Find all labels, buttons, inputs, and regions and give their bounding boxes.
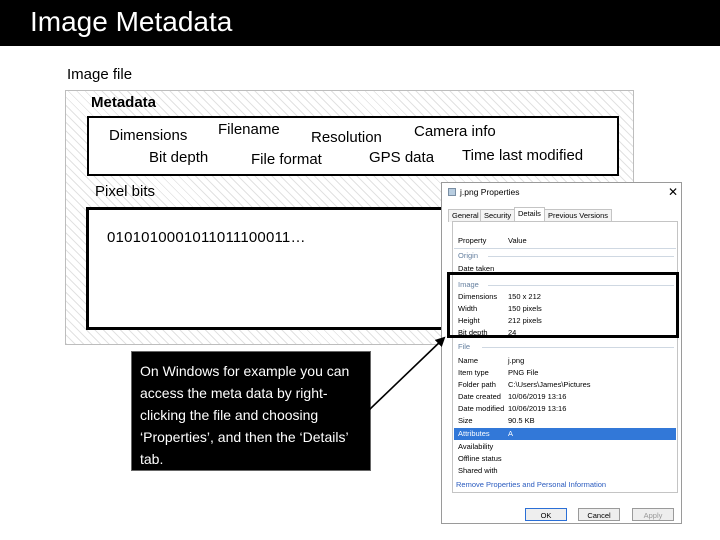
row-name: Item type bbox=[458, 368, 489, 377]
row-shared-with[interactable]: Shared with bbox=[458, 465, 676, 477]
row-availability[interactable]: Availability bbox=[458, 441, 676, 453]
title-bar: Image Metadata bbox=[0, 0, 720, 46]
image-section-highlight bbox=[447, 272, 679, 338]
meta-file-format: File format bbox=[251, 151, 322, 168]
row-name: Name bbox=[458, 356, 479, 365]
ok-button[interactable]: OK bbox=[525, 508, 567, 521]
section-origin-label: Origin bbox=[458, 251, 479, 260]
meta-camera-info: Camera info bbox=[414, 123, 496, 140]
row-name: Folder path bbox=[458, 380, 496, 389]
row-offline-status[interactable]: Offline status bbox=[458, 453, 676, 465]
row-attributes[interactable]: Attributes A bbox=[454, 428, 676, 440]
row-name: Date created bbox=[458, 392, 501, 401]
row-item-type[interactable]: Item type PNG File bbox=[458, 367, 676, 379]
row-name-field[interactable]: Name j.png bbox=[458, 355, 676, 367]
meta-time-last-modified: Time last modified bbox=[462, 147, 584, 164]
row-value: j.png bbox=[508, 356, 525, 365]
row-value: 90.5 KB bbox=[508, 416, 535, 425]
column-header-row: Property Value bbox=[458, 235, 676, 247]
row-date-modified[interactable]: Date modified 10/06/2019 13:16 bbox=[458, 403, 676, 415]
row-size[interactable]: Size 90.5 KB bbox=[458, 415, 676, 427]
meta-bit-depth: Bit depth bbox=[149, 149, 209, 166]
section-file-label: File bbox=[458, 342, 471, 351]
row-name: Size bbox=[458, 416, 473, 425]
close-icon[interactable]: ✕ bbox=[668, 185, 678, 199]
row-name: Availability bbox=[458, 442, 494, 451]
note-text: On Windows for example you can access th… bbox=[140, 363, 350, 467]
properties-title: j.png Properties bbox=[460, 187, 520, 197]
section-origin-line bbox=[488, 256, 674, 257]
row-value: 10/06/2019 13:16 bbox=[508, 392, 567, 401]
row-value: C:\Users\James\Pictures bbox=[508, 380, 591, 389]
tab-details[interactable]: Details bbox=[514, 207, 545, 222]
image-file-label: Image file bbox=[67, 66, 133, 83]
note-box: On Windows for example you can access th… bbox=[131, 351, 371, 471]
cancel-button[interactable]: Cancel bbox=[578, 508, 620, 521]
slide-title: Image Metadata bbox=[30, 6, 233, 37]
properties-title-bar: j.png Properties ✕ bbox=[448, 185, 680, 200]
row-value: 10/06/2019 13:16 bbox=[508, 404, 567, 413]
column-value[interactable]: Value bbox=[508, 235, 527, 247]
pixel-bits-value: 0101010001011011100011… bbox=[107, 229, 306, 246]
row-name: Date modified bbox=[458, 404, 505, 413]
meta-resolution: Resolution bbox=[311, 129, 382, 146]
properties-window: j.png Properties ✕ General Security Deta… bbox=[441, 182, 682, 524]
meta-gps-data: GPS data bbox=[369, 149, 435, 166]
row-value: A bbox=[508, 429, 514, 438]
row-name: Attributes bbox=[458, 429, 490, 438]
row-folder-path[interactable]: Folder path C:\Users\James\Pictures bbox=[458, 379, 676, 391]
meta-dimensions: Dimensions bbox=[109, 127, 188, 144]
apply-button[interactable]: Apply bbox=[632, 508, 674, 521]
row-value: PNG File bbox=[508, 368, 539, 377]
row-name: Shared with bbox=[458, 466, 498, 475]
remove-properties-link[interactable]: Remove Properties and Personal Informati… bbox=[456, 480, 606, 489]
row-name: Offline status bbox=[458, 454, 502, 463]
meta-filename: Filename bbox=[218, 121, 280, 138]
section-file-line bbox=[482, 347, 674, 348]
metadata-label: Metadata bbox=[91, 94, 157, 111]
file-icon bbox=[448, 188, 456, 196]
header-divider bbox=[454, 248, 676, 249]
pixel-bits-label: Pixel bits bbox=[95, 183, 156, 200]
row-date-created[interactable]: Date created 10/06/2019 13:16 bbox=[458, 391, 676, 403]
column-property[interactable]: Property bbox=[458, 235, 486, 247]
arrow-line bbox=[368, 336, 446, 411]
metadata-box: Dimensions Filename Resolution Camera in… bbox=[87, 116, 619, 176]
